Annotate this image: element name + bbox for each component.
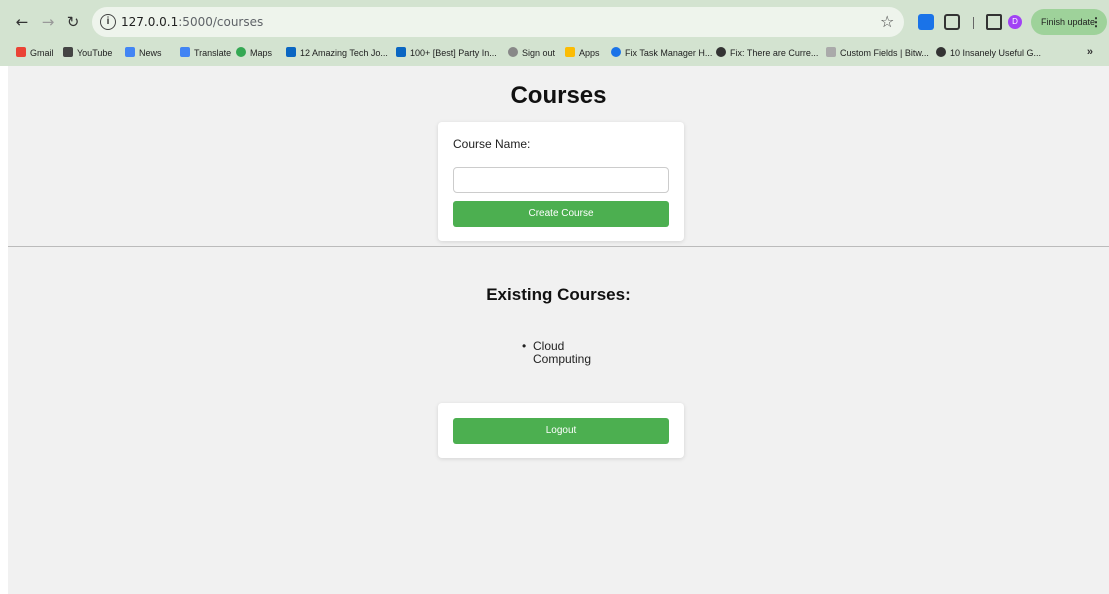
bookmark-item[interactable]: Fix Task Manager H... (611, 46, 712, 60)
url-path: :5000/courses (178, 15, 264, 29)
page-content: Courses Course Name: Create Course Exist… (8, 66, 1109, 594)
address-bar[interactable]: i 127.0.0.1:5000/courses ☆ (92, 7, 904, 37)
site-info-icon[interactable]: i (100, 14, 116, 30)
linkedin-icon (396, 47, 406, 57)
list-item: Cloud Computing (522, 340, 605, 366)
bookmark-item[interactable]: Sign out (508, 46, 555, 60)
extensions-puzzle-icon[interactable] (944, 14, 960, 30)
bitwarden-icon (826, 47, 836, 57)
bookmark-item[interactable]: Maps (236, 46, 272, 60)
back-icon[interactable]: ← (12, 12, 32, 32)
bookmark-item[interactable]: 100+ [Best] Party In... (396, 46, 497, 60)
create-course-card: Course Name: Create Course (438, 122, 684, 241)
profile-avatar[interactable]: D (1008, 15, 1022, 29)
bookmark-label: Sign out (522, 48, 556, 58)
course-name-input[interactable] (453, 167, 669, 193)
apps-grid-icon (565, 47, 575, 57)
bookmark-item[interactable]: Translate (180, 46, 231, 60)
bookmark-star-icon[interactable]: ☆ (880, 12, 894, 31)
existing-courses-heading: Existing Courses: (486, 285, 631, 304)
maps-icon (236, 47, 246, 57)
finish-update-label: Finish update (1041, 17, 1096, 27)
browser-chrome: ← → ↻ i 127.0.0.1:5000/courses ☆ D Finis… (0, 0, 1109, 66)
site-icon (936, 47, 946, 57)
bookmark-label: News (139, 48, 162, 58)
bookmark-label: Custom Fields | Bitw... (840, 48, 929, 58)
logout-card: Logout (438, 403, 684, 458)
translate-icon (180, 47, 190, 57)
course-name-label: Course Name: (453, 137, 531, 151)
url-host: 127.0.0.1 (121, 15, 179, 29)
bookmark-label: 12 Amazing Tech Jo... (300, 48, 388, 58)
bookmark-label: Gmail (30, 48, 54, 58)
reload-icon[interactable]: ↻ (63, 12, 83, 32)
bookmark-label: Maps (250, 48, 273, 58)
youtube-icon (63, 47, 73, 57)
browser-toolbar: ← → ↻ i 127.0.0.1:5000/courses ☆ D Finis… (0, 6, 1109, 38)
section-divider (8, 246, 1109, 247)
site-icon (611, 47, 621, 57)
bookmark-item[interactable]: YouTube (63, 46, 112, 60)
create-course-button[interactable]: Create Course (453, 201, 669, 227)
side-panel-icon[interactable] (986, 14, 1002, 30)
globe-icon (716, 47, 726, 57)
bookmark-item[interactable]: 10 Insanely Useful G... (936, 46, 1041, 60)
toolbar-separator (973, 17, 974, 29)
bookmark-item[interactable]: Gmail (16, 46, 54, 60)
bookmark-item[interactable]: Apps (565, 46, 600, 60)
logout-button[interactable]: Logout (453, 418, 669, 444)
bookmark-label: Apps (579, 48, 600, 58)
forward-icon[interactable]: → (38, 12, 58, 32)
bookmark-label: Translate (194, 48, 232, 58)
bookmarks-bar: Gmail YouTube News Translate Maps 12 Ama… (0, 42, 1109, 64)
bookmarks-overflow-icon[interactable]: » (1087, 46, 1093, 58)
url-text: 127.0.0.1:5000/courses (121, 15, 263, 29)
finish-update-button[interactable]: Finish update ⋮ (1031, 9, 1107, 35)
bookmark-item[interactable]: 12 Amazing Tech Jo... (286, 46, 388, 60)
gmail-icon (16, 47, 26, 57)
extension-icon[interactable] (918, 14, 934, 30)
linkedin-icon (286, 47, 296, 57)
bookmark-label: 100+ [Best] Party In... (410, 48, 497, 58)
news-icon (125, 47, 135, 57)
bookmark-label: 10 Insanely Useful G... (950, 48, 1042, 58)
bookmark-label: Fix Task Manager H... (625, 48, 713, 58)
page-title: Courses (510, 82, 607, 109)
menu-kebab-icon: ⋮ (1090, 15, 1102, 29)
bookmark-label: YouTube (77, 48, 113, 58)
course-list: Cloud Computing (522, 340, 605, 366)
bookmark-item[interactable]: Custom Fields | Bitw... (826, 46, 929, 60)
apple-icon (508, 47, 518, 57)
bookmark-label: Fix: There are Curre... (730, 48, 819, 58)
bookmark-item[interactable]: News (125, 46, 162, 60)
bookmark-item[interactable]: Fix: There are Curre... (716, 46, 818, 60)
